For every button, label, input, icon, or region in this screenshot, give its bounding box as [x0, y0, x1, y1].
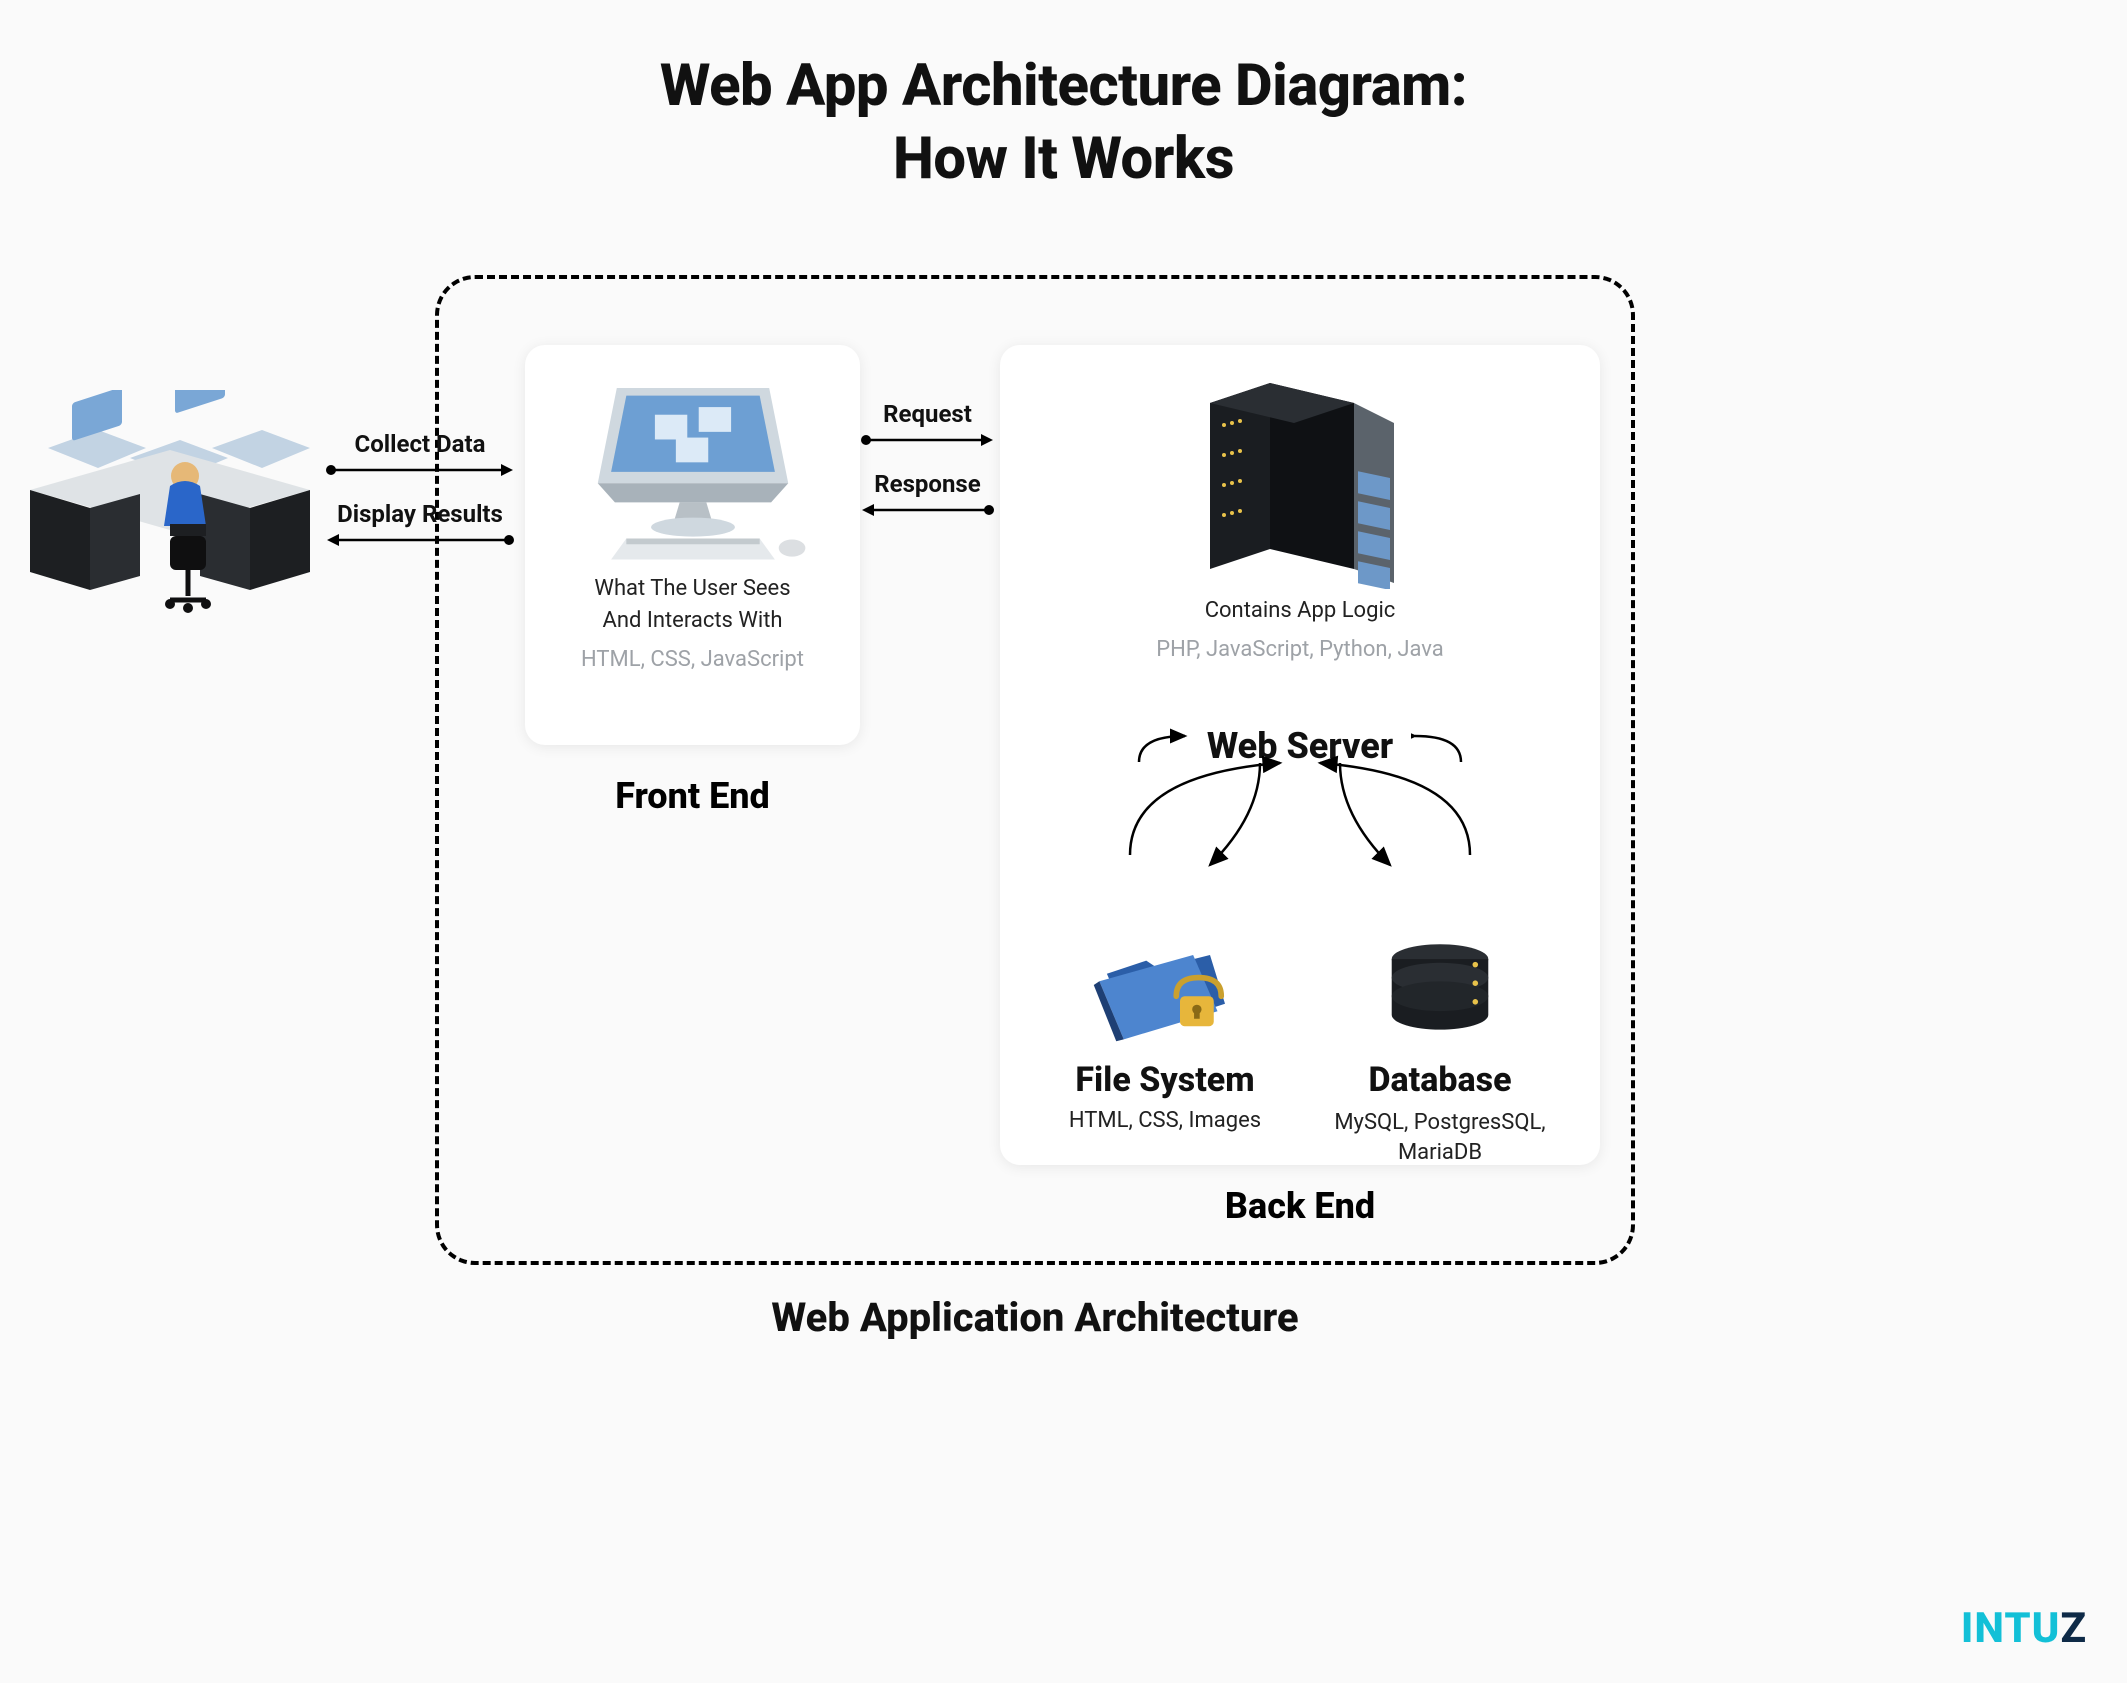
filesystem-heading: File System: [1030, 1060, 1300, 1100]
container-caption: Web Application Architecture: [439, 1294, 1631, 1341]
arrow-response-label: Response: [860, 470, 995, 498]
frontend-card: What The User Sees And Interacts With HT…: [525, 345, 860, 745]
database-heading: Database: [1310, 1060, 1570, 1100]
arrow-collect-data: Collect Data: [325, 430, 515, 478]
arrow-request-label: Request: [860, 400, 995, 428]
backend-server-tech: PHP, JavaScript, Python, Java: [1020, 637, 1580, 662]
diagram-title: Web App Architecture Diagram: How It Wor…: [0, 0, 2127, 195]
webserver-children-connectors: [1000, 755, 1600, 935]
brand-logo: INTUZ: [1961, 1604, 2087, 1653]
arrow-request: Request: [860, 400, 995, 448]
arrow-display-results-label: Display Results: [325, 500, 515, 528]
title-line-1: Web App Architecture Diagram:: [0, 50, 2127, 123]
database-icon: [1375, 935, 1505, 1050]
frontend-desc-2: And Interacts With: [547, 605, 838, 637]
filesystem-tech: HTML, CSS, Images: [1030, 1108, 1300, 1133]
backend-server-desc: Contains App Logic: [1020, 595, 1580, 627]
arrow-response: Response: [860, 470, 995, 518]
user-workstation-icon: [20, 390, 320, 620]
frontend-tech: HTML, CSS, JavaScript: [547, 647, 838, 672]
server-rack-icon: [1150, 369, 1450, 589]
frontend-label: Front End: [525, 775, 860, 817]
folder-lock-icon: [1090, 935, 1240, 1050]
desktop-computer-icon: [548, 369, 838, 569]
frontend-desc-1: What The User Sees: [547, 573, 838, 605]
backend-card: Contains App Logic PHP, JavaScript, Pyth…: [1000, 345, 1600, 1165]
backend-label: Back End: [1000, 1185, 1600, 1227]
logo-part-1: INTU: [1961, 1604, 2061, 1653]
title-line-2: How It Works: [0, 123, 2127, 196]
arrow-display-results: Display Results: [325, 500, 515, 548]
logo-part-2: Z: [2060, 1604, 2087, 1653]
filesystem-block: File System HTML, CSS, Images: [1030, 935, 1300, 1133]
database-block: Database MySQL, PostgresSQL, MariaDB: [1310, 935, 1570, 1167]
database-tech: MySQL, PostgresSQL, MariaDB: [1310, 1108, 1570, 1167]
arrow-collect-data-label: Collect Data: [325, 430, 515, 458]
